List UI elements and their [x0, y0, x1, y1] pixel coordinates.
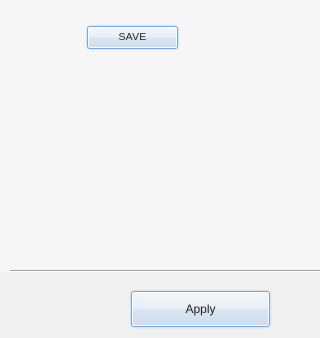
apply-button[interactable]: Apply [131, 291, 270, 327]
settings-panel: SAVE Apply [0, 0, 320, 338]
footer-divider [10, 270, 320, 271]
save-button[interactable]: SAVE [87, 26, 178, 49]
footer-area: Apply [0, 272, 320, 338]
content-area: SAVE [0, 0, 320, 270]
